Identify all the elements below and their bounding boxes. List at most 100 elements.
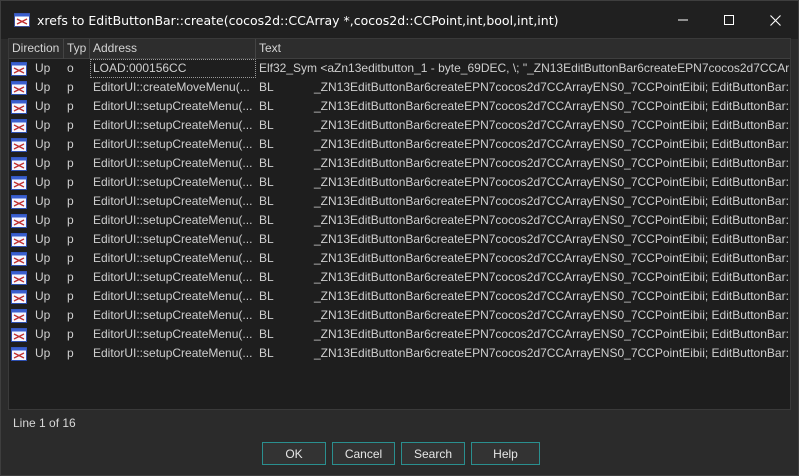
row-type: p: [67, 270, 74, 284]
row-mnemonic: BL: [259, 118, 274, 132]
row-direction: Up: [9, 211, 64, 230]
row-text-value: _ZN13EditButtonBar6createEPN7cocos2d7CCA…: [314, 175, 790, 189]
table-row[interactable]: Up p EditorUI::setupCreateMenu(... BL _ZN13E…: [9, 268, 790, 287]
maximize-button[interactable]: [706, 1, 752, 39]
xref-row-icon: [11, 308, 27, 323]
table-row[interactable]: Up p EditorUI::setupCreateMenu(... BL _ZN13E…: [9, 97, 790, 116]
row-direction: Up: [9, 154, 64, 173]
maximize-icon: [724, 15, 734, 25]
row-text-value: _ZN13EditButtonBar6createEPN7cocos2d7CCA…: [314, 346, 790, 360]
table-row[interactable]: Up p EditorUI::setupCreateMenu(... BL _ZN13E…: [9, 249, 790, 268]
help-button[interactable]: Help: [471, 442, 540, 465]
xrefs-window-icon: [14, 13, 30, 27]
column-header-type[interactable]: Typ: [64, 39, 90, 59]
row-type: p: [67, 137, 74, 151]
row-mnemonic: BL: [259, 232, 274, 246]
table-row[interactable]: Up p EditorUI::setupCreateMenu(... BL _ZN13E…: [9, 116, 790, 135]
close-icon: [769, 14, 781, 26]
table-row[interactable]: Up p EditorUI::setupCreateMenu(... BL _ZN13E…: [9, 135, 790, 154]
row-text-value: _ZN13EditButtonBar6createEPN7cocos2d7CCA…: [314, 194, 790, 208]
row-text: BL _ZN13EditButtonBar6createEPN7cocos2d7C…: [256, 306, 790, 325]
row-address: EditorUI::setupCreateMenu(...: [93, 156, 253, 170]
close-button[interactable]: [752, 1, 798, 39]
row-mnemonic: BL: [259, 80, 274, 94]
row-direction-label: Up: [35, 118, 51, 132]
row-mnemonic: BL: [259, 137, 274, 151]
row-type: o: [67, 61, 74, 75]
row-direction: Up: [9, 344, 64, 363]
row-direction-label: Up: [35, 137, 51, 151]
row-direction-label: Up: [35, 156, 51, 170]
row-address: EditorUI::setupCreateMenu(...: [93, 289, 253, 303]
row-text: BL _ZN13EditButtonBar6createEPN7cocos2d7C…: [256, 211, 790, 230]
table-row[interactable]: Up p EditorUI::setupCreateMenu(... BL _ZN13E…: [9, 154, 790, 173]
row-direction: Up: [9, 192, 64, 211]
cancel-button[interactable]: Cancel: [332, 442, 395, 465]
row-text-value: _ZN13EditButtonBar6createEPN7cocos2d7CCA…: [314, 251, 790, 265]
row-address: EditorUI::setupCreateMenu(...: [93, 346, 253, 360]
row-mnemonic: BL: [259, 346, 274, 360]
xref-row-icon: [11, 327, 27, 342]
table-row[interactable]: Up p EditorUI::setupCreateMenu(... BL _ZN13E…: [9, 325, 790, 344]
row-text: BL _ZN13EditButtonBar6createEPN7cocos2d7C…: [256, 135, 790, 154]
row-mnemonic: BL: [259, 327, 274, 341]
row-direction-label: Up: [35, 327, 51, 341]
row-type: p: [67, 80, 74, 94]
row-text: BL _ZN13EditButtonBar6createEPN7cocos2d7C…: [256, 154, 790, 173]
xref-row-icon: [11, 346, 27, 361]
xref-row-icon: [11, 118, 27, 133]
row-text: BL _ZN13EditButtonBar6createEPN7cocos2d7C…: [256, 325, 790, 344]
row-direction-label: Up: [35, 175, 51, 189]
row-text: Elf32_Sym <aZn13editbutton_1 - byte_69DE…: [256, 59, 790, 78]
row-direction-label: Up: [35, 61, 51, 75]
table-row[interactable]: Up p EditorUI::createMoveMenu(... BL _ZN13Ed…: [9, 78, 790, 97]
row-direction: Up: [9, 230, 64, 249]
row-direction: Up: [9, 325, 64, 344]
row-mnemonic: BL: [259, 156, 274, 170]
xref-row-icon: [11, 251, 27, 266]
row-mnemonic: BL: [259, 99, 274, 113]
row-text: BL _ZN13EditButtonBar6createEPN7cocos2d7C…: [256, 173, 790, 192]
xref-row-icon: [11, 194, 27, 209]
row-direction-label: Up: [35, 194, 51, 208]
row-direction-label: Up: [35, 289, 51, 303]
minimize-button[interactable]: [660, 1, 706, 39]
row-direction: Up: [9, 78, 64, 97]
xref-row-icon: [11, 270, 27, 285]
row-address: EditorUI::setupCreateMenu(...: [93, 194, 253, 208]
ok-button[interactable]: OK: [262, 442, 326, 465]
row-address: EditorUI::setupCreateMenu(...: [93, 137, 253, 151]
table-header: Direction Typ Address Text: [9, 39, 790, 59]
row-text: BL _ZN13EditButtonBar6createEPN7cocos2d7C…: [256, 192, 790, 211]
row-type: p: [67, 194, 74, 208]
row-direction-label: Up: [35, 346, 51, 360]
status-line: Line 1 of 16: [13, 416, 76, 430]
table-row[interactable]: Up p EditorUI::setupCreateMenu(... BL _ZN13E…: [9, 344, 790, 363]
column-header-direction[interactable]: Direction: [9, 39, 64, 59]
search-button[interactable]: Search: [401, 442, 465, 465]
row-text: BL _ZN13EditButtonBar6createEPN7cocos2d7C…: [256, 78, 790, 97]
row-type: p: [67, 232, 74, 246]
row-type: p: [67, 156, 74, 170]
row-text: BL _ZN13EditButtonBar6createEPN7cocos2d7C…: [256, 344, 790, 363]
xrefs-table[interactable]: Direction Typ Address Text Up o LOAD:00015…: [8, 38, 791, 410]
row-text-value: _ZN13EditButtonBar6createEPN7cocos2d7CCA…: [314, 80, 790, 94]
table-row[interactable]: Up p EditorUI::setupCreateMenu(... BL _ZN13E…: [9, 230, 790, 249]
table-row[interactable]: Up p EditorUI::setupCreateMenu(... BL _ZN13E…: [9, 306, 790, 325]
xref-row-icon: [11, 156, 27, 171]
table-row[interactable]: Up o LOAD:000156CC Elf32_Sym <aZn13editbutt…: [9, 59, 790, 78]
row-address: LOAD:000156CC: [90, 59, 256, 78]
row-text-value: _ZN13EditButtonBar6createEPN7cocos2d7CCA…: [314, 118, 790, 132]
column-header-address[interactable]: Address: [90, 39, 256, 59]
table-row[interactable]: Up p EditorUI::setupCreateMenu(... BL _ZN13E…: [9, 287, 790, 306]
row-direction-label: Up: [35, 232, 51, 246]
row-type: p: [67, 99, 74, 113]
column-header-text[interactable]: Text: [256, 39, 790, 59]
row-text-value: _ZN13EditButtonBar6createEPN7cocos2d7CCA…: [314, 232, 790, 246]
table-row[interactable]: Up p EditorUI::setupCreateMenu(... BL _ZN13E…: [9, 173, 790, 192]
title-bar[interactable]: xrefs to EditButtonBar::create(cocos2d::…: [1, 1, 798, 39]
row-text-value: _ZN13EditButtonBar6createEPN7cocos2d7CCA…: [314, 99, 790, 113]
table-row[interactable]: Up p EditorUI::setupCreateMenu(... BL _ZN13E…: [9, 192, 790, 211]
table-row[interactable]: Up p EditorUI::setupCreateMenu(... BL _ZN13E…: [9, 211, 790, 230]
row-address: EditorUI::setupCreateMenu(...: [93, 232, 253, 246]
